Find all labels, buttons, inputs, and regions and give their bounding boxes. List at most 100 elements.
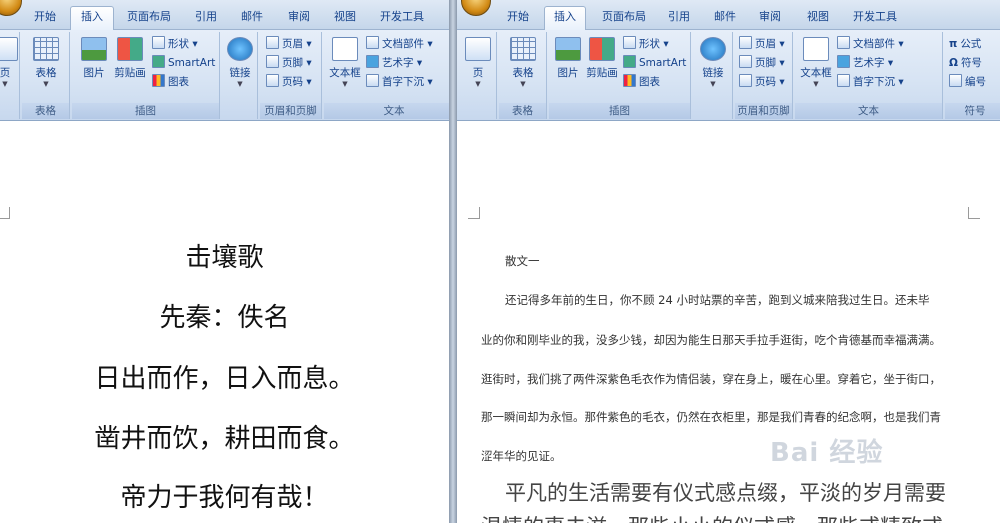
table-button[interactable]: 表格 ▼ bbox=[26, 35, 66, 99]
group-symbols: π 公式 Ω 符号 编号 符号 bbox=[945, 32, 1000, 119]
chart-button[interactable]: 图表 bbox=[623, 73, 660, 91]
smartart-icon bbox=[152, 55, 165, 68]
office-button[interactable] bbox=[461, 0, 491, 16]
textbox-button[interactable]: 文本框 ▼ bbox=[797, 35, 835, 99]
dropcap-icon bbox=[366, 74, 379, 87]
dropcap-label: 首字下沉 bbox=[853, 76, 895, 88]
chart-button[interactable]: 图表 bbox=[152, 73, 189, 91]
smartart-label: SmartArt bbox=[639, 57, 687, 69]
tab-review[interactable]: 审阅 bbox=[278, 7, 320, 29]
header-icon bbox=[266, 36, 279, 49]
ribbon: 页 ▼ 表格 ▼ 表格 图片 剪贴画 形状 ▾ SmartArt 图表 插图 链… bbox=[0, 30, 449, 121]
ribbon-tab-bar: 开始 插入 页面布局 引用 邮件 审阅 视图 开发工具 bbox=[457, 0, 1000, 30]
essay-large-line-1: 平凡的生活需要有仪式感点缀，平淡的岁月需要 bbox=[505, 481, 946, 505]
tab-insert[interactable]: 插入 bbox=[544, 6, 586, 30]
page-number-button[interactable]: 页码 ▾ bbox=[266, 73, 312, 91]
essay-heading: 散文一 bbox=[505, 254, 540, 268]
document-page[interactable]: 击壤歌 先秦：佚名 日出而作，日入而息。 凿井而饮，耕田而食。 帝力于我何有哉！ bbox=[0, 121, 449, 523]
table-label: 表格 bbox=[512, 67, 534, 79]
poem-author: 先秦：佚名 bbox=[159, 303, 290, 333]
shapes-button[interactable]: 形状 ▾ bbox=[152, 35, 198, 53]
quick-parts-button[interactable]: 文档部件 ▾ bbox=[366, 35, 433, 53]
tab-insert[interactable]: 插入 bbox=[70, 6, 114, 30]
essay-large-line-2: 温情的事去滋，那些小小的仪式感，那些或精致或 bbox=[481, 511, 943, 523]
shapes-label: 形状 bbox=[639, 38, 660, 50]
footer-button[interactable]: 页脚 ▾ bbox=[739, 54, 785, 72]
office-button[interactable] bbox=[0, 0, 22, 16]
tab-review[interactable]: 审阅 bbox=[751, 7, 789, 29]
dropcap-button[interactable]: 首字下沉 ▾ bbox=[837, 73, 904, 91]
quick-parts-label: 文档部件 bbox=[853, 38, 895, 50]
wordart-label: 艺术字 bbox=[853, 57, 885, 69]
group-tables: 表格 ▼ 表格 bbox=[22, 32, 70, 119]
smartart-button[interactable]: SmartArt bbox=[152, 54, 215, 72]
textbox-button[interactable]: 文本框 ▼ bbox=[326, 35, 364, 99]
clipart-button[interactable]: 剪贴画 bbox=[583, 35, 621, 99]
footer-icon bbox=[739, 55, 752, 68]
table-icon bbox=[33, 37, 59, 61]
globe-link-icon bbox=[227, 37, 253, 61]
globe-link-icon bbox=[700, 37, 726, 61]
poem-title: 击壤歌 bbox=[185, 243, 264, 273]
group-links: 链接 ▼ bbox=[693, 32, 733, 119]
tab-references[interactable]: 引用 bbox=[660, 7, 698, 29]
clipart-button[interactable]: 剪贴画 bbox=[110, 35, 150, 99]
group-label-symbols: 符号 bbox=[945, 103, 1000, 119]
clipart-label: 剪贴画 bbox=[114, 67, 146, 79]
smartart-button[interactable]: SmartArt bbox=[623, 54, 686, 72]
footer-button[interactable]: 页脚 ▾ bbox=[266, 54, 312, 72]
tab-developer[interactable]: 开发工具 bbox=[372, 7, 432, 29]
group-label-text: 文本 bbox=[795, 103, 942, 119]
tab-mailings[interactable]: 邮件 bbox=[706, 7, 744, 29]
page-number-icon bbox=[739, 74, 752, 87]
chevron-down-icon: ▼ bbox=[237, 80, 243, 88]
link-button[interactable]: 链接 ▼ bbox=[224, 35, 256, 99]
tab-view[interactable]: 视图 bbox=[798, 7, 838, 29]
header-button[interactable]: 页眉 ▾ bbox=[739, 35, 785, 53]
tab-page-layout[interactable]: 页面布局 bbox=[120, 7, 178, 29]
page-icon bbox=[0, 37, 18, 61]
wordart-icon bbox=[837, 55, 850, 68]
dropcap-button[interactable]: 首字下沉 ▾ bbox=[366, 73, 433, 91]
page-number-label: 页码 bbox=[282, 76, 303, 88]
tab-home[interactable]: 开始 bbox=[22, 7, 68, 29]
quick-parts-button[interactable]: 文档部件 ▾ bbox=[837, 35, 904, 53]
tab-references[interactable]: 引用 bbox=[186, 7, 226, 29]
picture-button[interactable]: 图片 bbox=[551, 35, 585, 99]
left-word-window: 开始 插入 页面布局 引用 邮件 审阅 视图 开发工具 页 ▼ 表格 ▼ 表格 bbox=[0, 0, 449, 523]
group-label-header-footer: 页眉和页脚 bbox=[260, 103, 321, 119]
group-label-illustrations: 插图 bbox=[72, 103, 219, 119]
shapes-button[interactable]: 形状 ▾ bbox=[623, 35, 669, 53]
clipart-label: 剪贴画 bbox=[586, 67, 618, 79]
header-label: 页眉 bbox=[282, 38, 303, 50]
link-button[interactable]: 链接 ▼ bbox=[695, 35, 731, 99]
tab-mailings[interactable]: 邮件 bbox=[232, 7, 272, 29]
essay-line-1: 还记得多年前的生日，你不顾 24 小时站票的辛苦，跑到义城来陪我过生日。还未毕 bbox=[505, 293, 930, 307]
quick-parts-icon bbox=[366, 36, 379, 49]
header-button[interactable]: 页眉 ▾ bbox=[266, 35, 312, 53]
essay-line-3: 逛街时，我们挑了两件深紫色毛衣作为情侣装，穿在身上，暖在心里。穿着它，坐于街口， bbox=[481, 372, 941, 386]
header-icon bbox=[739, 36, 752, 49]
picture-button[interactable]: 图片 bbox=[76, 35, 112, 99]
pages-button[interactable]: 页 ▼ bbox=[0, 35, 20, 99]
textbox-icon bbox=[803, 37, 829, 61]
wordart-button[interactable]: 艺术字 ▾ bbox=[366, 54, 422, 72]
tab-view[interactable]: 视图 bbox=[324, 7, 366, 29]
number-button[interactable]: 编号 bbox=[949, 73, 986, 91]
margin-corner-marker bbox=[0, 207, 10, 219]
document-page[interactable]: 散文一 还记得多年前的生日，你不顾 24 小时站票的辛苦，跑到义城来陪我过生日。… bbox=[457, 121, 1000, 523]
table-button[interactable]: 表格 ▼ bbox=[503, 35, 543, 99]
tab-home[interactable]: 开始 bbox=[497, 7, 539, 29]
chevron-down-icon: ▼ bbox=[342, 80, 348, 88]
symbol-button[interactable]: Ω 符号 bbox=[949, 54, 982, 72]
quick-parts-label: 文档部件 bbox=[382, 38, 424, 50]
pages-button[interactable]: 页 ▼ bbox=[461, 35, 495, 99]
tab-developer[interactable]: 开发工具 bbox=[845, 7, 905, 29]
wordart-button[interactable]: 艺术字 ▾ bbox=[837, 54, 893, 72]
margin-corner-marker-right bbox=[968, 207, 980, 219]
formula-button[interactable]: π 公式 bbox=[949, 35, 981, 53]
ribbon-tab-bar: 开始 插入 页面布局 引用 邮件 审阅 视图 开发工具 bbox=[0, 0, 449, 30]
tab-page-layout[interactable]: 页面布局 bbox=[594, 7, 654, 29]
group-label-illustrations: 插图 bbox=[549, 103, 690, 119]
page-number-button[interactable]: 页码 ▾ bbox=[739, 73, 785, 91]
